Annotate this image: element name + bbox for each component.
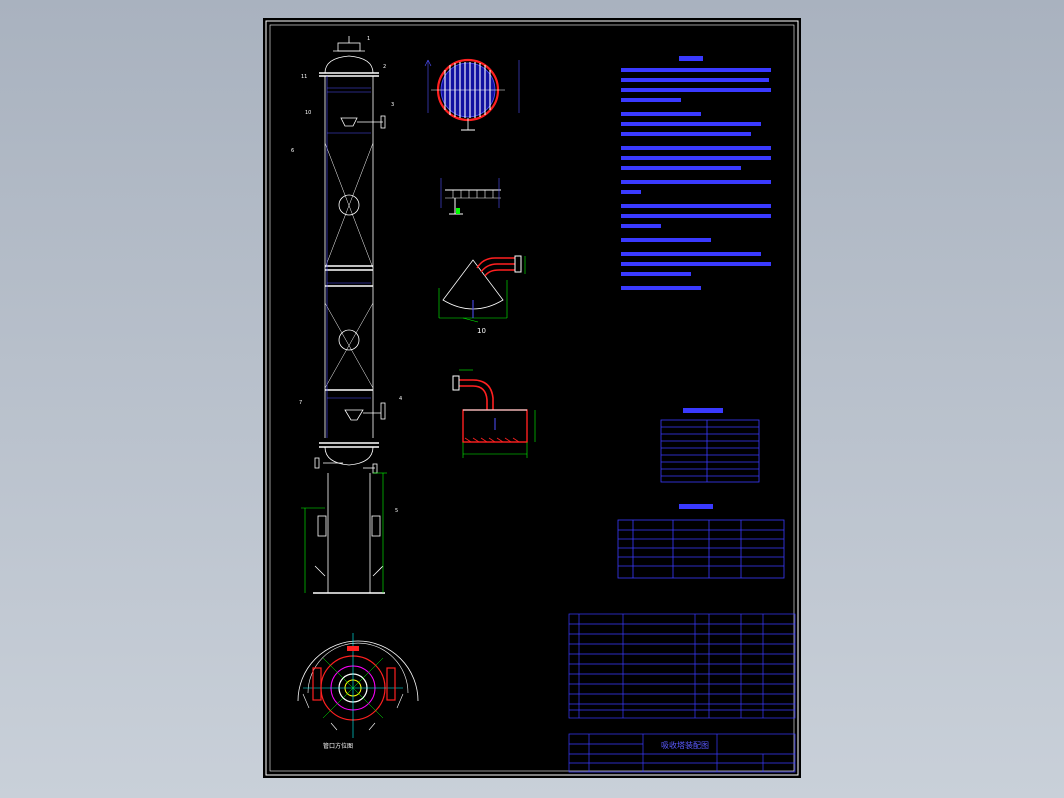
svg-text:4: 4 <box>399 396 402 402</box>
skirt-opening-left <box>317 515 327 537</box>
parts-list <box>568 613 796 719</box>
top-head <box>324 55 374 74</box>
drawing-sheet: 1 2 3 6 7 4 5 11 10 10 吸收塔装配图 管口方位图 <box>263 18 801 778</box>
svg-text:10: 10 <box>305 110 311 116</box>
inner-tray-lines <box>326 76 371 438</box>
svg-text:3: 3 <box>391 102 394 108</box>
characteristics-table <box>660 419 760 483</box>
detail-10-fan: 10 <box>438 255 526 335</box>
distributor-plan-view <box>424 58 520 131</box>
title-block-name: 吸收塔装配图 <box>661 740 709 750</box>
detail-number: 10 <box>477 327 486 335</box>
svg-text:5: 5 <box>395 508 398 514</box>
svg-text:2: 2 <box>383 64 386 70</box>
skirt-opening-right <box>371 515 381 537</box>
top-nozzle <box>337 42 361 52</box>
cad-drawing: 1 2 3 6 7 4 5 11 10 10 吸收塔装配图 管口方位图 <box>265 20 799 776</box>
svg-text:1: 1 <box>367 36 370 42</box>
title-block <box>568 733 796 773</box>
column-elevation <box>313 36 386 594</box>
technical-notes <box>621 56 771 290</box>
section-view-label: 管口方位图 <box>323 742 353 750</box>
nozzle-table <box>617 519 785 579</box>
characteristics-heading <box>683 408 723 413</box>
nozzle-table-heading <box>679 504 713 509</box>
nozzle-orientation-view: 管口方位图 <box>297 633 419 750</box>
svg-text:6: 6 <box>291 148 294 154</box>
manhole-2 <box>338 329 360 351</box>
svg-text:7: 7 <box>299 400 302 406</box>
pipe-section-detail <box>452 369 536 458</box>
svg-text:11: 11 <box>301 74 307 80</box>
distributor-elevation <box>440 178 501 215</box>
